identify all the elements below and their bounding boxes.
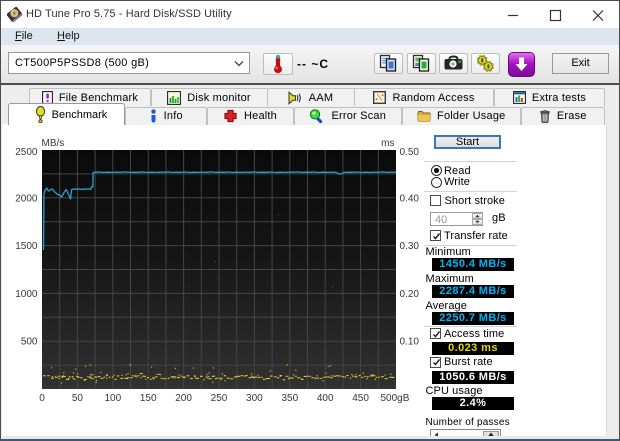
svg-text:400: 400 [317, 393, 334, 404]
svg-text:0: 0 [39, 393, 45, 404]
svg-text:500gB: 500gB [381, 393, 410, 404]
svg-text:0.10: 0.10 [400, 337, 420, 348]
svg-text:0.50: 0.50 [400, 147, 420, 158]
svg-text:250: 250 [211, 393, 228, 404]
svg-text:ms: ms [381, 138, 394, 149]
svg-text:2500: 2500 [15, 147, 38, 158]
svg-text:500: 500 [21, 337, 38, 348]
svg-text:100: 100 [104, 393, 121, 404]
svg-text:MB/s: MB/s [42, 138, 65, 149]
svg-text:1500: 1500 [15, 241, 38, 252]
svg-text:50: 50 [72, 393, 84, 404]
svg-text:1000: 1000 [15, 289, 38, 300]
svg-text:200: 200 [175, 393, 192, 404]
svg-text:150: 150 [140, 393, 157, 404]
svg-text:450: 450 [352, 393, 369, 404]
svg-text:0.20: 0.20 [400, 289, 420, 300]
svg-text:2000: 2000 [15, 193, 38, 204]
svg-text:350: 350 [281, 393, 298, 404]
svg-text:0.30: 0.30 [400, 241, 420, 252]
svg-text:0.40: 0.40 [400, 193, 420, 204]
svg-text:300: 300 [246, 393, 263, 404]
